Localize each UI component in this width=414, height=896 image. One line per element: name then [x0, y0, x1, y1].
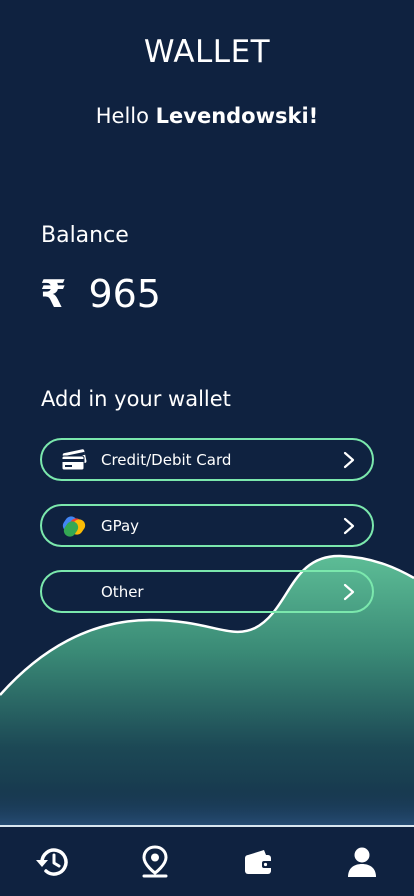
- credit-card-icon: [60, 448, 90, 472]
- user-name: Levendowski!: [155, 104, 319, 128]
- bottom-tab-bar: [0, 827, 414, 896]
- wallet-icon: [244, 849, 273, 874]
- chevron-right-icon: [343, 451, 355, 468]
- profile-icon: [348, 847, 377, 877]
- add-gpay-button[interactable]: GPay: [40, 504, 374, 547]
- gpay-label: GPay: [101, 516, 140, 535]
- tab-profile[interactable]: [334, 834, 390, 890]
- balance-amount: ₹ 965: [40, 272, 161, 316]
- gpay-icon: [60, 514, 90, 538]
- tab-wallet[interactable]: [231, 834, 287, 890]
- tab-history[interactable]: [24, 834, 80, 890]
- balance-value: 965: [88, 272, 161, 316]
- history-icon: [35, 847, 68, 876]
- add-other-button[interactable]: Other: [40, 570, 374, 613]
- rupee-icon: ₹: [40, 272, 67, 316]
- tab-location[interactable]: [127, 834, 183, 890]
- add-wallet-heading: Add in your wallet: [41, 387, 231, 411]
- greeting: Hello Levendowski!: [0, 104, 414, 128]
- page-title: WALLET: [143, 34, 271, 70]
- other-label: Other: [101, 582, 144, 601]
- location-pin-icon: [142, 844, 168, 877]
- credit-debit-card-label: Credit/Debit Card: [101, 450, 232, 469]
- greeting-prefix: Hello: [95, 104, 156, 128]
- chevron-right-icon: [343, 517, 355, 534]
- balance-label: Balance: [41, 223, 129, 248]
- add-credit-debit-card-button[interactable]: Credit/Debit Card: [40, 438, 374, 481]
- chevron-right-icon: [343, 583, 355, 600]
- wallet-screen: WALLET Hello Levendowski! Balance ₹ 965 …: [0, 0, 414, 896]
